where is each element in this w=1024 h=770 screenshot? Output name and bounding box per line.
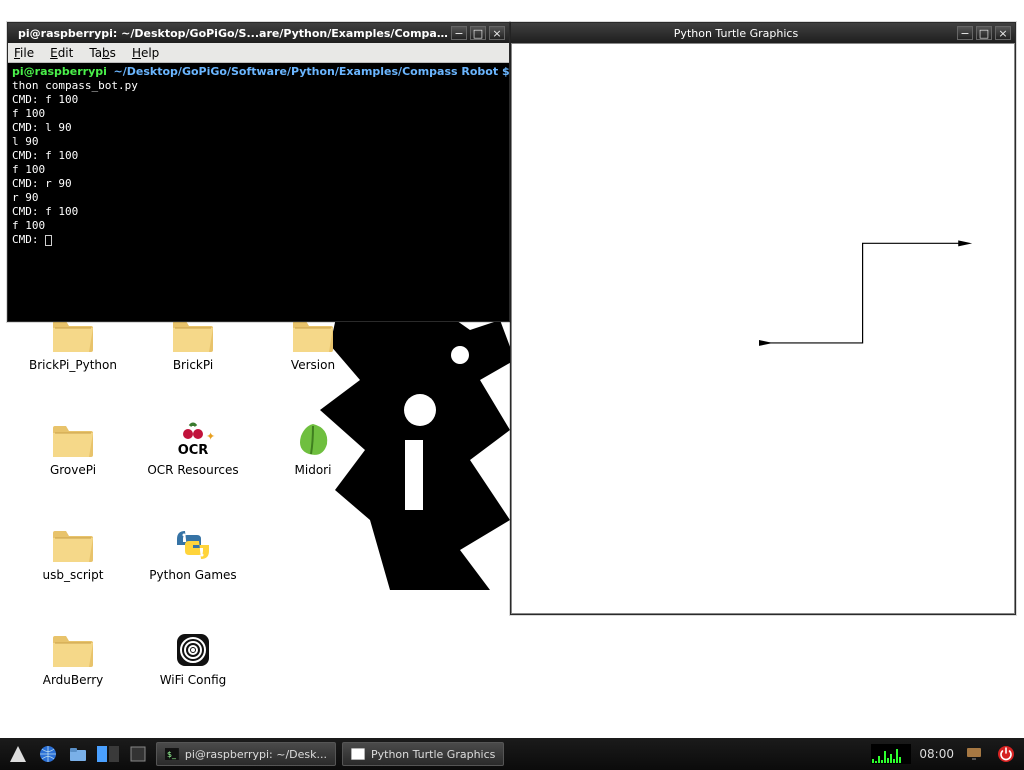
menu-file[interactable]: File xyxy=(14,46,34,60)
midori-icon xyxy=(291,420,335,460)
taskbar-entry-terminal[interactable]: $_ pi@raspberrypi: ~/Desk... xyxy=(156,742,336,766)
desktop-icon-label: BrickPi xyxy=(173,358,213,372)
folder-icon xyxy=(51,630,95,670)
start-menu-button[interactable] xyxy=(6,742,30,766)
turtle-titlebar[interactable]: Python Turtle Graphics − □ × xyxy=(511,23,1015,43)
wifi-icon xyxy=(171,630,215,670)
desktop-icon-label: Version xyxy=(291,358,335,372)
menu-tabs[interactable]: Tabs xyxy=(89,46,116,60)
desktop-icon-usb-script[interactable]: usb_script xyxy=(18,525,128,600)
turtle-arrow-icon xyxy=(958,240,972,246)
svg-text:OCR: OCR xyxy=(178,443,209,458)
minimize-button[interactable]: − xyxy=(451,26,467,40)
svg-text:✦: ✦ xyxy=(206,430,215,443)
desktop: BrickPi_PythonBrickPiVersionGrovePiOCR✦O… xyxy=(0,0,1024,738)
menu-help[interactable]: Help xyxy=(132,46,159,60)
file-manager-launcher-icon[interactable] xyxy=(66,742,90,766)
turtle-title: Python Turtle Graphics xyxy=(515,27,957,40)
system-tray: 08:00 xyxy=(871,742,1018,766)
taskbar-entry-label: pi@raspberrypi: ~/Desk... xyxy=(185,748,327,761)
svg-text:$_: $_ xyxy=(167,750,177,759)
power-button[interactable] xyxy=(994,742,1018,766)
folder-icon xyxy=(51,525,95,565)
taskbar-entry-label: Python Turtle Graphics xyxy=(371,748,495,761)
desktop-icon-label: GrovePi xyxy=(50,463,96,477)
desktop-icon-ocr-resources[interactable]: OCR✦ OCR Resources xyxy=(138,420,248,495)
taskbar-entry-turtle[interactable]: Python Turtle Graphics xyxy=(342,742,504,766)
desktop-icon-midori[interactable]: Midori xyxy=(258,420,368,495)
ocr-icon: OCR✦ xyxy=(171,420,215,460)
clock[interactable]: 08:00 xyxy=(919,747,954,761)
terminal-title: pi@raspberrypi: ~/Desktop/GoPiGo/S...are… xyxy=(12,27,451,40)
turtle-window: Python Turtle Graphics − □ × xyxy=(510,22,1016,615)
desktop-icon-label: OCR Resources xyxy=(147,463,238,477)
maximize-button[interactable]: □ xyxy=(470,26,486,40)
desktop-icon-label: usb_script xyxy=(43,568,104,582)
menu-edit[interactable]: Edit xyxy=(50,46,73,60)
terminal-window: pi@raspberrypi: ~/Desktop/GoPiGo/S...are… xyxy=(7,22,510,322)
terminal-menubar: File Edit Tabs Help xyxy=(8,43,509,63)
desktop-icon-label: Python Games xyxy=(149,568,236,582)
terminal-body[interactable]: pi@raspberrypi ~/Desktop/GoPiGo/Software… xyxy=(8,63,509,321)
maximize-button[interactable]: □ xyxy=(976,26,992,40)
show-desktop-button[interactable] xyxy=(126,742,150,766)
desktop-icon-arduberry[interactable]: ArduBerry xyxy=(18,630,128,705)
desktop-icon-brickpi[interactable]: BrickPi xyxy=(138,315,248,390)
folder-icon xyxy=(51,420,95,460)
desktop-icon-python-games[interactable]: Python Games xyxy=(138,525,248,600)
desktop-icon-grovepi[interactable]: GrovePi xyxy=(18,420,128,495)
cpu-graph[interactable] xyxy=(871,744,911,764)
terminal-titlebar[interactable]: pi@raspberrypi: ~/Desktop/GoPiGo/S...are… xyxy=(8,23,509,43)
desktop-icon-wifi-config[interactable]: WiFi Config xyxy=(138,630,248,705)
turtle-start-arrow xyxy=(759,340,773,346)
browser-launcher-icon[interactable] xyxy=(36,742,60,766)
close-button[interactable]: × xyxy=(489,26,505,40)
taskbar: $_ pi@raspberrypi: ~/Desk... Python Turt… xyxy=(0,738,1024,770)
desktop-icon-label: BrickPi_Python xyxy=(29,358,117,372)
monitor-icon[interactable] xyxy=(962,742,986,766)
desktop-icon-brickpi-python[interactable]: BrickPi_Python xyxy=(18,315,128,390)
turtle-path xyxy=(763,243,962,343)
desktop-icon-label: Midori xyxy=(295,463,332,477)
workspace-switcher[interactable] xyxy=(96,742,120,766)
minimize-button[interactable]: − xyxy=(957,26,973,40)
close-button[interactable]: × xyxy=(995,26,1011,40)
turtle-canvas xyxy=(511,43,1015,614)
desktop-icon-label: WiFi Config xyxy=(160,673,227,687)
python-icon xyxy=(171,525,215,565)
desktop-icon-label: ArduBerry xyxy=(43,673,104,687)
desktop-icon-version[interactable]: Version xyxy=(258,315,368,390)
